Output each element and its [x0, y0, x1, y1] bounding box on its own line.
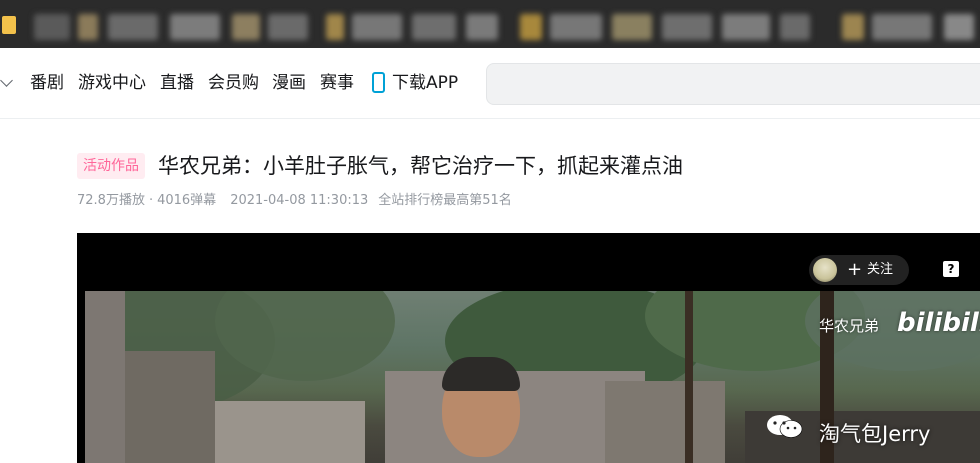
- chevron-down-icon[interactable]: [0, 74, 13, 87]
- blurred-tab: [722, 14, 770, 40]
- blurred-tab: [612, 14, 652, 40]
- uploader-avatar[interactable]: [813, 258, 837, 282]
- blurred-tab: [352, 14, 402, 40]
- blurred-tab: [170, 14, 220, 40]
- nav-item-live[interactable]: 直播: [160, 72, 194, 94]
- blurred-tab: [944, 14, 974, 40]
- blurred-tab: [326, 14, 344, 40]
- uploader-watermark: 华农兄弟: [819, 317, 880, 335]
- nav-item-bangumi[interactable]: 番剧: [30, 72, 64, 94]
- nav-item-member-shop[interactable]: 会员购: [208, 72, 259, 94]
- danmaku-count: 4016弹幕: [157, 193, 217, 208]
- blurred-tab: [108, 14, 158, 40]
- nav-item-download-app[interactable]: 下载APP: [392, 72, 458, 94]
- search-input[interactable]: [486, 63, 980, 105]
- bilibili-watermark-logo: bilibili: [897, 308, 980, 338]
- nav-item-events[interactable]: 赛事: [320, 72, 354, 94]
- rank-info[interactable]: 全站排行榜最高第51名: [378, 193, 512, 208]
- meta-separator: ·: [148, 193, 154, 208]
- play-count: 72.8万播放: [77, 193, 145, 208]
- account-overlay-text: 淘气包Jerry: [819, 422, 931, 446]
- blurred-tab: [780, 14, 810, 40]
- blurred-tab: [872, 14, 932, 40]
- publish-date: 2021-04-08 11:30:13: [230, 193, 369, 208]
- follow-label: 关注: [867, 262, 894, 277]
- blurred-tab: [412, 14, 456, 40]
- blurred-tab: [662, 14, 712, 40]
- phone-icon: [372, 72, 385, 93]
- blurred-tab: [232, 14, 260, 40]
- nav-item-manga[interactable]: 漫画: [272, 72, 306, 94]
- page-icon: [2, 16, 16, 34]
- top-nav: 番剧 游戏中心 直播 会员购 漫画 赛事 下载APP: [0, 48, 980, 119]
- help-icon[interactable]: ?: [943, 261, 959, 277]
- video-meta: 72.8万播放 · 4016弹幕 2021-04-08 11:30:13 全站排行榜最高…: [77, 192, 522, 210]
- blurred-tab: [466, 14, 498, 40]
- blurred-tab: [842, 14, 864, 40]
- blurred-tab: [520, 14, 542, 40]
- follow-button[interactable]: + 关注: [809, 255, 909, 285]
- video-player[interactable]: + 关注 ? 华农兄弟 bilibili 淘气包Jerry: [77, 233, 980, 463]
- blurred-tab: [550, 14, 602, 40]
- activity-badge[interactable]: 活动作品: [77, 153, 145, 179]
- blurred-tab: [34, 14, 70, 40]
- plus-icon: +: [847, 259, 863, 280]
- wechat-icon: [767, 415, 803, 438]
- blurred-tab: [78, 14, 98, 40]
- video-title: 华农兄弟：小羊肚子胀气，帮它治疗一下，抓起来灌点油: [158, 154, 683, 178]
- nav-item-game-center[interactable]: 游戏中心: [78, 72, 146, 94]
- browser-tab-strip: [0, 0, 980, 48]
- blurred-tab: [268, 14, 308, 40]
